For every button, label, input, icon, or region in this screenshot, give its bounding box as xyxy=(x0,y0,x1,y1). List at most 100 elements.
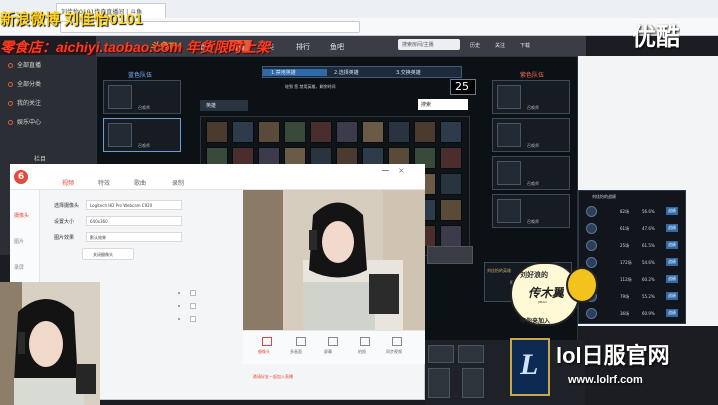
stats-tag[interactable]: 战绩 xyxy=(666,309,678,317)
sidebar-item-my-follows[interactable]: 我的关注 xyxy=(8,98,92,112)
champion-portrait[interactable] xyxy=(336,121,358,143)
rail-image[interactable]: 图片 xyxy=(14,238,24,245)
photo-icon xyxy=(360,337,370,346)
red-slot: 召唤师 xyxy=(492,118,570,152)
blue-slot: 召唤师 xyxy=(103,118,181,152)
champion-search-input[interactable]: 搜索 xyxy=(418,99,468,110)
stats-tag[interactable]: 战绩 xyxy=(666,275,678,283)
stats-tag[interactable]: 战绩 xyxy=(666,207,678,215)
champion-avatar xyxy=(586,206,597,217)
champion-portrait[interactable] xyxy=(388,121,410,143)
close-camera-button[interactable]: 关闭摄像头 xyxy=(82,248,134,260)
close-icon[interactable]: × xyxy=(398,166,405,175)
sidebar-tab-column[interactable]: 栏目 xyxy=(28,153,68,163)
tab-video[interactable]: 视频 xyxy=(62,178,74,187)
stats-rate: 61.5% xyxy=(642,243,655,248)
champion-portrait xyxy=(497,199,521,223)
stats-games: 112场 xyxy=(620,277,632,282)
option-checkbox[interactable] xyxy=(190,303,196,309)
option-checkbox[interactable] xyxy=(190,290,196,296)
camera-preview xyxy=(243,190,425,330)
stats-row: 25场 61.5% 战绩 xyxy=(580,238,684,253)
stats-rate: 56.6% xyxy=(642,209,655,214)
tool-camera[interactable]: 摄像头 xyxy=(258,349,270,355)
mascot-line4: 等你来加入 xyxy=(520,318,551,325)
sidebar-item-all-categories[interactable]: 全部分类 xyxy=(8,79,92,93)
step-swap: 3.交换英雄 xyxy=(396,70,421,76)
champion-filter-tab[interactable]: 英雄 xyxy=(200,100,248,111)
champion-portrait[interactable] xyxy=(440,199,462,221)
minimize-icon[interactable] xyxy=(382,170,389,171)
tool-multi[interactable]: 多画面 xyxy=(290,349,302,355)
nav-fishbar[interactable]: 鱼吧 xyxy=(330,42,344,52)
rail-screen[interactable]: 录屏 xyxy=(14,264,24,271)
mascot-title: 传木翼 xyxy=(528,286,565,300)
invite-link[interactable]: 邀请好友一起加入直播 xyxy=(253,374,293,380)
rail-camera[interactable]: 摄像头 xyxy=(14,212,29,219)
champion-portrait[interactable] xyxy=(258,121,280,143)
champion-avatar xyxy=(586,223,597,234)
stats-rate: 55.2% xyxy=(642,294,655,299)
stats-tag[interactable]: 战绩 xyxy=(666,241,678,249)
qr-code-icon xyxy=(428,368,450,398)
stats-title: 刘佳怡的战绩 xyxy=(592,194,616,199)
mascot-subtitle: JIMAO xyxy=(538,300,547,304)
stats-row: 61场 47.6% 战绩 xyxy=(580,221,684,236)
red-slot: 召唤师 xyxy=(492,80,570,114)
bullet-icon xyxy=(178,318,180,320)
tab-songs[interactable]: 歌曲 xyxy=(134,178,146,187)
stats-rate: 60.9% xyxy=(642,311,655,316)
tool-photo[interactable]: 拍照 xyxy=(358,349,366,355)
step-pick: 2.选择英雄 xyxy=(334,70,359,76)
live-icon xyxy=(8,63,13,68)
tool-screen[interactable]: 屏幕 xyxy=(324,349,332,355)
sidebar-item-all-live[interactable]: 全部直播 xyxy=(8,60,92,74)
champion-portrait[interactable] xyxy=(206,121,228,143)
weibo-overlay: 新浪微博 刘佳怡0101 xyxy=(0,11,143,28)
camera-select[interactable]: Logitech HD Pro Webcam C920 xyxy=(86,200,182,210)
champion-portrait[interactable] xyxy=(232,121,254,143)
champion-portrait[interactable] xyxy=(440,225,462,247)
stats-games: 25场 xyxy=(620,243,630,248)
champion-portrait xyxy=(497,85,521,109)
lock-in-button[interactable] xyxy=(427,246,473,264)
taskbar-thumbnail[interactable] xyxy=(458,345,484,363)
option-checkbox[interactable] xyxy=(190,316,196,322)
effect-select[interactable]: 默认效果 xyxy=(86,232,182,242)
download-link[interactable]: 下载 xyxy=(520,42,530,49)
bullet-icon xyxy=(178,292,180,294)
history-link[interactable]: 历史 xyxy=(470,42,480,49)
tool-sync[interactable]: 同步视频 xyxy=(386,349,402,355)
champion-portrait[interactable] xyxy=(284,121,306,143)
heart-icon xyxy=(8,101,13,106)
douyu-search-input[interactable]: 搜索房间/主播 xyxy=(398,39,460,50)
champion-portrait xyxy=(497,123,521,147)
webcam-overlay xyxy=(0,282,100,405)
champion-portrait[interactable] xyxy=(440,121,462,143)
champion-portrait[interactable] xyxy=(362,121,384,143)
champion-portrait[interactable] xyxy=(414,121,436,143)
follow-link[interactable]: 关注 xyxy=(495,42,505,49)
sidebar-item-entertainment[interactable]: 娱乐中心 xyxy=(8,117,92,131)
step-ban: 1.禁用英雄 xyxy=(263,69,327,76)
stats-rate: 47.6% xyxy=(642,226,655,231)
shop-overlay: 零食店：aichiyi.taobao.com 年货限时上架 xyxy=(0,39,270,55)
stats-tag[interactable]: 战绩 xyxy=(666,258,678,266)
champion-portrait[interactable] xyxy=(440,147,462,169)
tab-effects[interactable]: 特效 xyxy=(98,178,110,187)
stats-tag[interactable]: 战绩 xyxy=(666,292,678,300)
bullet-icon xyxy=(178,305,180,307)
star-icon xyxy=(8,120,13,125)
broadcast-toolbar xyxy=(243,330,425,364)
champion-avatar xyxy=(586,240,597,251)
champion-portrait[interactable] xyxy=(440,173,462,195)
mascot-line1: 刘好浪的 xyxy=(520,271,548,279)
size-select[interactable]: 640x360 xyxy=(86,216,182,226)
taskbar-thumbnail[interactable] xyxy=(428,345,454,363)
my-champion-label: 刘佳怡的英雄 xyxy=(487,268,511,273)
tab-record[interactable]: 录制 xyxy=(172,178,184,187)
champion-avatar xyxy=(586,308,597,319)
champion-portrait[interactable] xyxy=(310,121,332,143)
camera-icon xyxy=(262,337,272,346)
stats-tag[interactable]: 战绩 xyxy=(666,224,678,232)
